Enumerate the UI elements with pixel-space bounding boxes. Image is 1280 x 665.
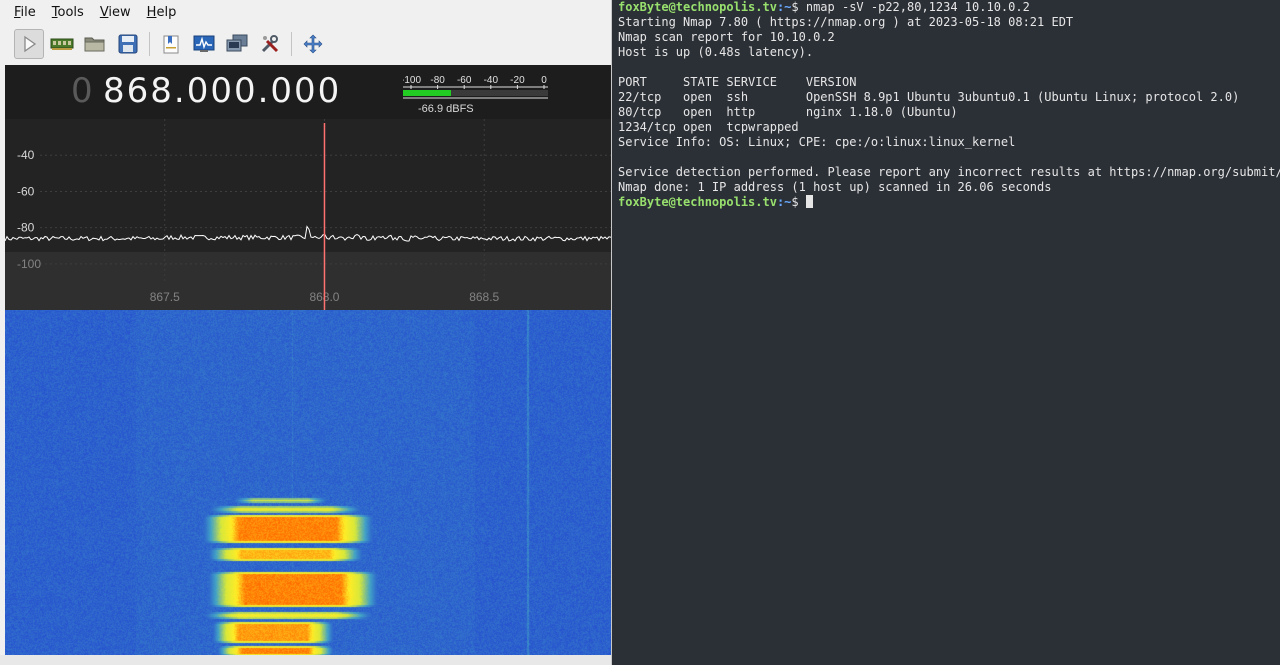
fft-settings-icon: [193, 35, 215, 52]
start-stop-button[interactable]: [14, 29, 44, 59]
prompt-path: :~: [776, 195, 792, 209]
y-tick-label: -80: [17, 221, 35, 235]
terminal-command: $ nmap -sV -p22,80,1234 10.10.0.2: [791, 0, 1030, 14]
signal-level-readout: -66.9 dBFS: [418, 103, 474, 115]
terminal-output-line: PORT STATE SERVICE VERSION: [618, 75, 857, 89]
signal-meter-scale-label: -20: [510, 75, 525, 86]
prompt-user-host: foxByte@technopolis.tv: [618, 195, 777, 209]
frequency-value[interactable]: 868.000.000: [103, 71, 341, 111]
menu-bar: File Tools View Help: [0, 0, 611, 26]
frequency-leading-digit[interactable]: 0: [71, 71, 95, 111]
spectrum-trace: [4, 225, 611, 242]
terminal-output-line: Service detection performed. Please repo…: [618, 165, 1280, 179]
text-cursor: [805, 195, 813, 208]
menu-view[interactable]: View: [92, 0, 139, 26]
terminal-window[interactable]: foxByte@technopolis.tv:~$ nmap -sV -p22,…: [613, 0, 1280, 665]
fullscreen-icon: [303, 34, 323, 54]
signal-meter-scale-label: -100: [403, 75, 421, 86]
signal-meter-scale-label: -40: [484, 75, 499, 86]
terminal-command-line: foxByte@technopolis.tv:~$ nmap -sV -p22,…: [618, 0, 1280, 15]
tools-button[interactable]: [255, 29, 285, 59]
signal-meter-scale-label: -80: [430, 75, 445, 86]
remote-control-button[interactable]: [222, 29, 252, 59]
waterfall-display[interactable]: [5, 310, 611, 655]
terminal-output-line: Host is up (0.48s latency).: [618, 45, 814, 59]
y-tick-label: -60: [17, 184, 35, 198]
remote-control-icon: [226, 34, 248, 52]
play-icon: [24, 35, 37, 53]
menu-file[interactable]: File: [6, 0, 44, 26]
status-strip: [0, 655, 611, 665]
signal-meter-scale-label: 0: [541, 75, 547, 86]
bookmark-icon: [163, 35, 179, 54]
toolbar-separator: [291, 32, 292, 56]
prompt-user-host: foxByte@technopolis.tv: [618, 0, 777, 14]
sdr-device-icon: [50, 38, 74, 50]
fullscreen-button[interactable]: [298, 29, 328, 59]
save-icon: [118, 34, 138, 54]
terminal-output-line: Starting Nmap 7.80 ( https://nmap.org ) …: [618, 15, 1074, 29]
open-folder-icon: [84, 37, 105, 52]
save-settings-button[interactable]: [113, 29, 143, 59]
terminal-prompt-line[interactable]: foxByte@technopolis.tv:~$: [618, 195, 1280, 210]
io-devices-button[interactable]: [47, 29, 77, 59]
terminal-output-line: Nmap done: 1 IP address (1 host up) scan…: [618, 180, 1052, 194]
toolbar: [14, 28, 331, 60]
prompt-path: :~: [776, 0, 792, 14]
signal-meter-scale-label: -60: [457, 75, 472, 86]
spectrum-chart: -40-60-80-100867.5868.0868.5: [4, 119, 611, 310]
toolbar-separator: [149, 32, 150, 56]
bookmarks-button[interactable]: [156, 29, 186, 59]
fft-settings-button[interactable]: [189, 29, 219, 59]
terminal-output-line: Nmap scan report for 10.10.0.2: [618, 30, 835, 44]
y-tick-label: -40: [17, 148, 35, 162]
load-settings-button[interactable]: [80, 29, 110, 59]
tools-icon: [261, 35, 279, 53]
axis-band: [5, 252, 611, 310]
terminal-output-line: Service Info: OS: Linux; CPE: cpe:/o:lin…: [618, 135, 1016, 149]
prompt-symbol: $: [791, 195, 806, 209]
sdr-application-window: File Tools View Help 0 868.000.000 100 -…: [0, 0, 612, 665]
terminal-output-line: 80/tcp open http nginx 1.18.0 (Ubuntu): [618, 105, 958, 119]
menu-help[interactable]: Help: [139, 0, 185, 26]
frequency-display[interactable]: 0 868.000.000 -100 -80 -60 -40 -20 0 -66.9 dB…: [5, 65, 611, 119]
terminal-output-line: 1234/tcp open tcpwrapped: [618, 120, 799, 134]
terminal-output-line: 22/tcp open ssh OpenSSH 8.9p1 Ubuntu 3ub…: [618, 90, 1240, 104]
signal-meter-bar: [403, 90, 451, 96]
menu-tools[interactable]: Tools: [44, 0, 92, 26]
spectrum-plot[interactable]: -40-60-80-100867.5868.0868.5: [4, 119, 611, 310]
waterfall-canvas: [5, 310, 611, 655]
signal-meter: -100 -80 -60 -40 -20 0 -66.9 dBFS: [403, 75, 548, 115]
